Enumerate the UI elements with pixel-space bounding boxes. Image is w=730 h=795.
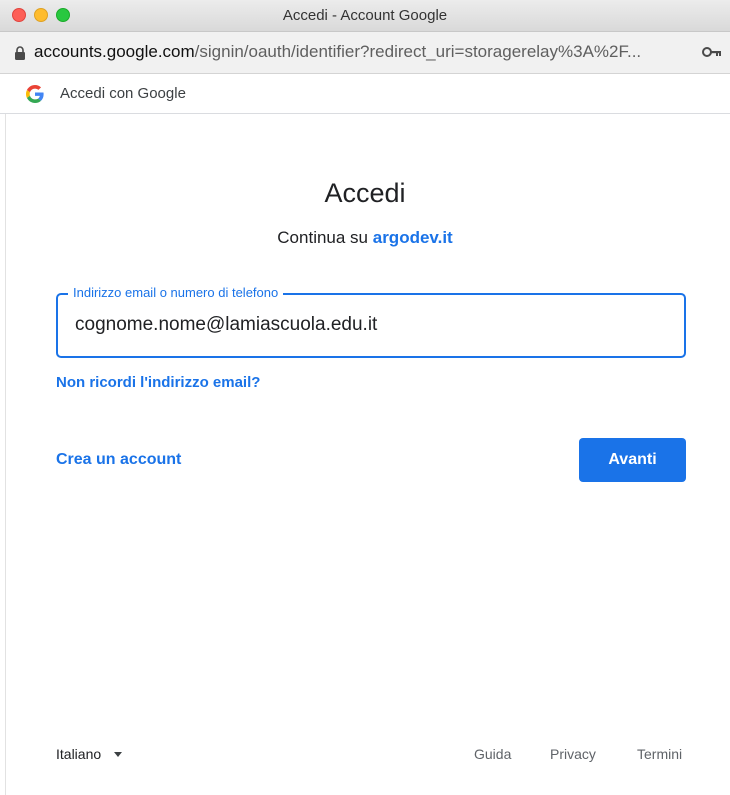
url-path: /signin/oauth/identifier?redirect_uri=st… bbox=[194, 42, 642, 61]
email-field-value[interactable]: cognome.nome@lamiascuola.edu.it bbox=[75, 314, 377, 336]
browser-window: Accedi - Account Google accounts.google.… bbox=[0, 0, 730, 795]
signin-with-google-label: Accedi con Google bbox=[60, 85, 186, 102]
continue-to-subtitle: Continua su argodev.it bbox=[0, 228, 730, 248]
email-field[interactable]: Indirizzo email o numero di telefono cog… bbox=[56, 285, 686, 358]
url-host: accounts.google.com bbox=[34, 42, 195, 61]
signin-header: Accedi con Google bbox=[0, 74, 730, 114]
create-account-link[interactable]: Crea un account bbox=[56, 451, 181, 469]
window-edge bbox=[0, 114, 6, 795]
site-link[interactable]: argodev.it bbox=[373, 228, 453, 247]
footer-privacy-link[interactable]: Privacy bbox=[550, 746, 596, 762]
address-bar[interactable]: accounts.google.com/signin/oauth/identif… bbox=[0, 32, 730, 74]
window-title: Accedi - Account Google bbox=[282, 7, 448, 24]
caret-down-icon[interactable] bbox=[114, 752, 122, 757]
footer-terms-link[interactable]: Termini bbox=[637, 746, 682, 762]
language-selector[interactable]: Italiano bbox=[56, 746, 101, 762]
email-field-label: Indirizzo email o numero di telefono bbox=[68, 285, 284, 300]
forgot-email-link[interactable]: Non ricordi l'indirizzo email? bbox=[56, 374, 260, 391]
lock-icon bbox=[15, 46, 25, 60]
url-text[interactable]: accounts.google.com/signin/oauth/identif… bbox=[34, 42, 641, 62]
google-g-icon bbox=[26, 85, 44, 103]
key-icon[interactable] bbox=[702, 46, 722, 58]
next-button[interactable]: Avanti bbox=[579, 438, 686, 482]
footer-help-link[interactable]: Guida bbox=[474, 746, 511, 762]
continue-to-text: Continua su bbox=[277, 228, 373, 247]
title-bar: Accedi - Account Google bbox=[0, 0, 730, 32]
page-title: Accedi bbox=[324, 178, 406, 208]
